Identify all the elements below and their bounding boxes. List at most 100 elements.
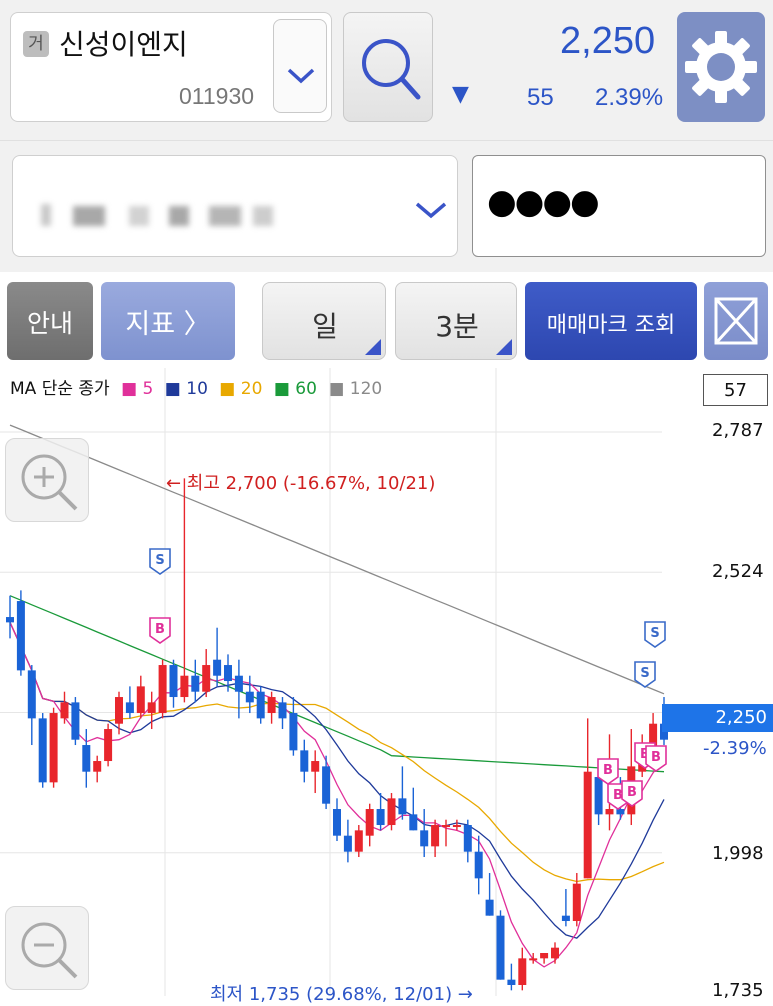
candle-body <box>365 809 374 836</box>
candle-body <box>158 665 167 714</box>
candle-body <box>398 798 407 815</box>
candle-body <box>300 750 309 772</box>
password-mask: ●●●● <box>487 182 600 222</box>
interval-select[interactable]: 3분 <box>395 282 517 360</box>
price-chart[interactable]: MA 단순 종가 ■ 5 ■ 10 ■ 20 ■ 60 ■ 120 57 SBS… <box>0 368 773 1005</box>
high-annotation: ← 최고 2,700 (-16.67%, 10/21) <box>166 473 436 494</box>
sell-mark-text: S <box>640 666 649 681</box>
candle-body <box>311 761 320 772</box>
guide-button[interactable]: 안내 <box>7 282 93 360</box>
gear-icon <box>685 31 757 103</box>
candle-body <box>507 979 516 986</box>
candle-body <box>136 686 145 714</box>
candle-body <box>354 830 363 852</box>
account-selector[interactable] <box>12 155 458 257</box>
current-price-tag: 2,250 <box>662 704 773 732</box>
period-select[interactable]: 일 <box>262 282 386 360</box>
sell-mark: S <box>644 621 666 648</box>
candle-body <box>191 675 200 692</box>
candle-body <box>583 771 592 879</box>
candle-body <box>147 702 156 714</box>
zoom-in-icon <box>21 454 78 511</box>
expand-icon <box>714 297 758 345</box>
candle-body <box>463 825 472 852</box>
candle-body <box>245 691 254 703</box>
ma-120-line <box>9 424 665 695</box>
candle-body <box>420 830 429 847</box>
candle-body <box>267 697 276 714</box>
current-price: 2,250 <box>560 20 656 62</box>
trade-mark-button[interactable]: 매매마크 조회 <box>525 282 697 360</box>
chevron-down-icon <box>287 68 315 84</box>
candle-body <box>431 825 440 847</box>
candle-body <box>485 899 494 916</box>
low-annotation: 최저 1,735 (29.68%, 12/01) → <box>210 984 473 1005</box>
candle-body <box>333 809 341 836</box>
down-arrow-icon: ▼ <box>452 82 469 107</box>
candle-body <box>376 809 385 826</box>
chevron-down-icon <box>415 202 447 219</box>
sell-mark-text: S <box>650 626 659 641</box>
candle-body <box>60 702 69 719</box>
chart-toolbar: 안내 지표 〉 일 3분 매매마크 조회 <box>0 272 773 368</box>
candle-body <box>202 665 211 692</box>
candle-body <box>256 691 265 719</box>
candle-body <box>474 851 483 879</box>
candle-body <box>496 915 505 980</box>
y-tick-label: 1,735 <box>712 980 764 1001</box>
candle-body <box>234 675 243 692</box>
candle-body <box>594 777 603 815</box>
indicator-label: 지표 〉 <box>125 309 211 340</box>
candle-body <box>125 702 134 714</box>
current-change-label: -2.39% <box>703 738 767 759</box>
password-field[interactable]: ●●●● <box>472 155 766 257</box>
candle-body <box>93 761 102 772</box>
stock-selector[interactable]: 거 신성이엔지 011930 <box>10 12 332 122</box>
price-change: 55 <box>527 84 554 111</box>
candle-body <box>442 825 450 828</box>
search-button[interactable] <box>343 12 433 122</box>
price-change-pct: 2.39% <box>595 84 664 111</box>
buy-mark-text: B <box>155 622 165 637</box>
candle-body <box>540 953 549 959</box>
candle-body <box>561 915 570 922</box>
stock-name: 신성이엔지 <box>59 28 188 61</box>
candle-body <box>289 713 298 751</box>
fullscreen-button[interactable] <box>704 282 768 360</box>
current-price-tag-label: 2,250 <box>715 707 767 728</box>
candle-body <box>529 958 538 961</box>
candle-body <box>169 665 178 698</box>
candle-body <box>71 702 80 740</box>
buy-mark-text: B <box>603 763 613 778</box>
zoom-out-button[interactable] <box>5 906 89 990</box>
candle-body <box>213 659 222 676</box>
candle-body <box>104 729 113 762</box>
stock-header: 거 신성이엔지 011930 2,250 ▼ 55 2.39% <box>0 0 773 140</box>
settings-button[interactable] <box>677 12 765 122</box>
candle-body <box>115 697 123 724</box>
candle-body <box>551 947 559 959</box>
candle-body <box>605 809 614 815</box>
y-tick-label: 2,524 <box>712 561 764 582</box>
indicator-button[interactable]: 지표 〉 <box>101 282 235 360</box>
search-icon <box>362 39 421 100</box>
candle-body <box>82 745 91 772</box>
candle-body <box>343 835 352 852</box>
zoom-in-button[interactable] <box>5 438 89 522</box>
guide-label: 안내 <box>26 309 73 338</box>
candle-body <box>322 766 331 804</box>
candle-body <box>180 675 189 698</box>
buy-mark-text: B <box>651 750 661 765</box>
dropdown-corner-icon <box>365 339 381 355</box>
dropdown-corner-icon <box>496 339 512 355</box>
sell-mark: S <box>149 548 171 575</box>
candle-body <box>616 809 625 815</box>
candle-body <box>38 718 47 783</box>
market-badge: 거 <box>23 31 49 57</box>
candle-body <box>278 702 287 719</box>
candle-body <box>409 814 418 831</box>
candle-body <box>518 958 527 986</box>
zoom-out-icon <box>21 922 78 979</box>
candlestick-chart[interactable]: SB SSBB BB B <box>0 368 773 996</box>
stock-dropdown-button[interactable] <box>273 19 327 113</box>
